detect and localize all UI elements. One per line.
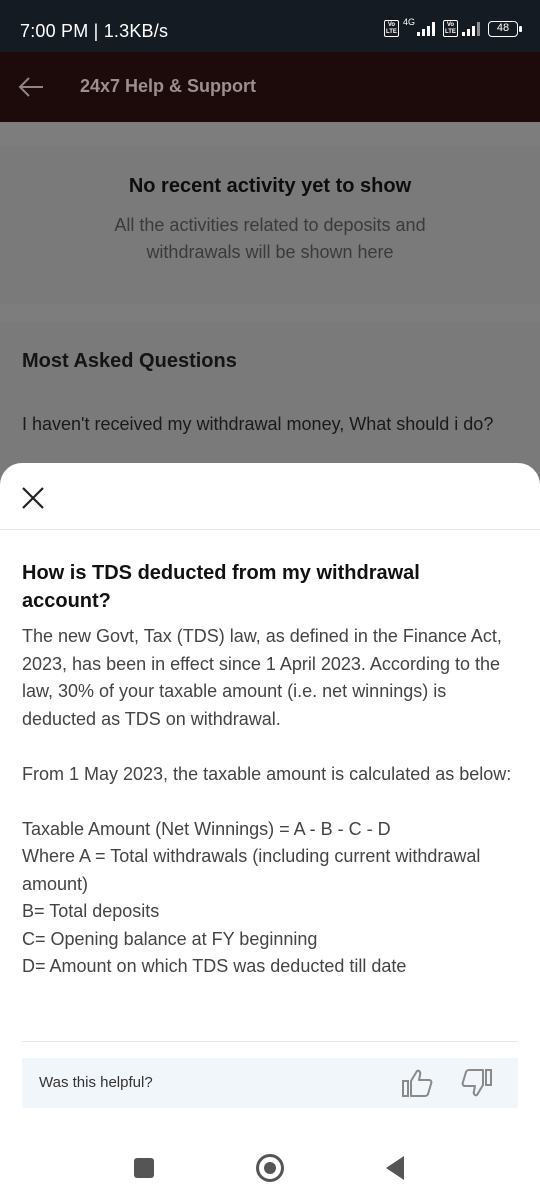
formula-line: C= Opening balance at FY beginning	[22, 928, 318, 949]
feedback-bar: Was this helpful?	[22, 1058, 518, 1108]
formula-line: D= Amount on which TDS was deducted till…	[22, 956, 407, 976]
battery-icon: 48	[488, 20, 522, 37]
formula-line: Taxable Amount (Net Winnings) = A - B - …	[22, 818, 391, 839]
answer-paragraph: The new Govt, Tax (TDS) law, as defined …	[22, 626, 502, 729]
formula-line: Where A = Total withdrawals (including c…	[22, 846, 481, 894]
status-icons: Vo LTE 4G Vo LTE 48	[383, 16, 522, 37]
faq-answer-sheet: How is TDS deducted from my withdrawal a…	[0, 463, 540, 1143]
app-bar: 24x7 Help & Support	[0, 52, 540, 122]
signal-icon-2	[462, 21, 480, 36]
recent-activity-card: No recent activity yet to show All the a…	[0, 146, 540, 304]
recent-activity-heading: No recent activity yet to show	[128, 175, 412, 197]
sheet-divider	[0, 529, 540, 530]
back-triangle-icon[interactable]	[386, 1156, 404, 1180]
arrow-left-icon[interactable]	[18, 76, 44, 98]
question-title: How is TDS deducted from my withdrawal a…	[22, 562, 420, 612]
faq-question-item[interactable]: I haven't received my withdrawal money, …	[22, 410, 512, 438]
volte-icon: Vo LTE	[383, 20, 399, 37]
status-bar: 7:00 PM | 1.3KB/s Vo LTE 4G Vo LTE 48	[0, 0, 540, 52]
answer-body: The new Govt, Tax (TDS) law, as defined …	[22, 623, 522, 981]
recents-square-icon[interactable]	[134, 1158, 154, 1178]
close-icon[interactable]	[20, 485, 46, 511]
network-type-label: 4G	[402, 16, 415, 27]
recent-activity-subtext: All the activities related to deposits a…	[114, 215, 426, 262]
feedback-label: Was this helpful?	[39, 1074, 153, 1091]
system-nav-bar	[0, 1143, 540, 1200]
signal-icon	[417, 21, 435, 36]
status-time: 7:00 PM | 1.3KB/s	[20, 21, 169, 41]
faq-heading: Most Asked Questions	[22, 350, 237, 372]
faq-section: Most Asked Questions I haven't received …	[0, 322, 540, 472]
answer-paragraph: From 1 May 2023, the taxable amount is c…	[22, 763, 512, 784]
thumbs-up-icon[interactable]	[400, 1068, 434, 1098]
feedback-divider	[22, 1041, 518, 1042]
thumbs-down-icon[interactable]	[460, 1068, 494, 1098]
formula-block: Taxable Amount (Net Winnings) = A - B - …	[22, 816, 522, 981]
volte-icon-2: Vo LTE	[443, 20, 458, 37]
formula-line: B= Total deposits	[22, 901, 160, 921]
home-circle-icon[interactable]	[256, 1154, 284, 1182]
page-title: 24x7 Help & Support	[80, 76, 257, 96]
